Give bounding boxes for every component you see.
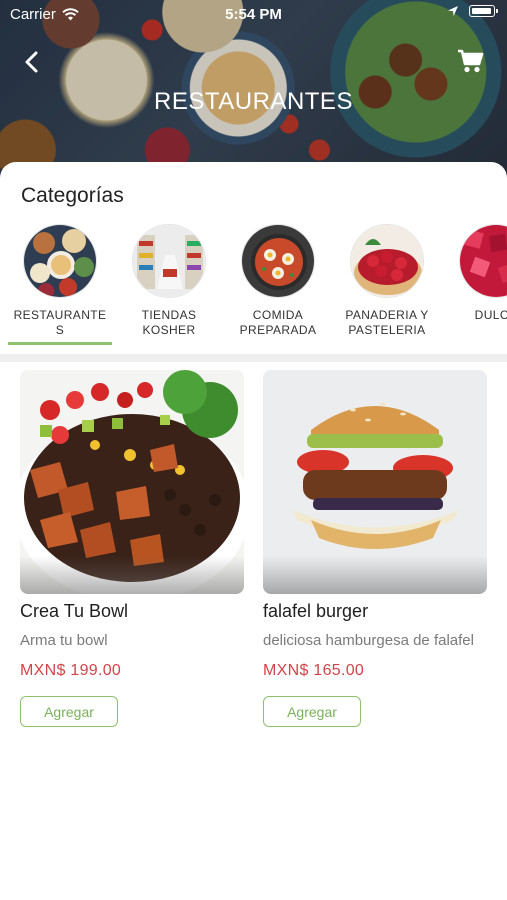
product-price: MXN$ 165.00 bbox=[263, 662, 365, 679]
category-dulces[interactable]: DULCE bbox=[442, 224, 507, 323]
product-name[interactable]: Crea Tu Bowl bbox=[20, 601, 244, 622]
status-bar: Carrier 5:54 PM bbox=[0, 0, 507, 28]
category-image bbox=[132, 224, 206, 298]
category-label: RESTAURANTE S bbox=[13, 308, 107, 337]
page-title: RESTAURANTES bbox=[154, 88, 353, 115]
category-panaderia-y-pasteleria[interactable]: PANADERIA Y PASTELERIA bbox=[333, 224, 441, 338]
categories-carousel[interactable]: RESTAURANTE S TIENDAS KOSHER COMIDA PREP… bbox=[0, 224, 507, 350]
add-to-cart-button[interactable]: Agregar bbox=[20, 696, 118, 727]
section-divider bbox=[0, 354, 507, 362]
product-card[interactable]: Crea Tu Bowl Arma tu bowl MXN$ 199.00 Ag… bbox=[20, 370, 244, 727]
product-card[interactable]: falafel burger deliciosa hamburgesa de f… bbox=[263, 370, 487, 727]
add-to-cart-button[interactable]: Agregar bbox=[263, 696, 361, 727]
category-label: TIENDAS KOSHER bbox=[141, 308, 197, 337]
product-description: deliciosa hamburgesa de falafel bbox=[263, 632, 474, 649]
product-image[interactable] bbox=[263, 370, 487, 594]
product-description: Arma tu bowl bbox=[20, 632, 108, 649]
product-name[interactable]: falafel burger bbox=[263, 601, 487, 622]
category-restaurantes[interactable]: RESTAURANTE S bbox=[6, 224, 114, 338]
category-image bbox=[350, 224, 424, 298]
category-comida-preparada[interactable]: COMIDA PREPARADA bbox=[224, 224, 332, 338]
shopping-cart-icon[interactable] bbox=[457, 48, 485, 74]
chevron-left-icon[interactable] bbox=[18, 48, 46, 76]
location-arrow-icon bbox=[448, 6, 458, 16]
categories-heading: Categorías bbox=[21, 184, 124, 207]
category-image bbox=[459, 224, 507, 298]
category-label: DULCE bbox=[474, 308, 507, 322]
category-tiendas-kosher[interactable]: TIENDAS KOSHER bbox=[115, 224, 223, 338]
category-image bbox=[241, 224, 315, 298]
product-price: MXN$ 199.00 bbox=[20, 662, 122, 679]
selected-category-indicator bbox=[8, 342, 112, 345]
category-label: PANADERIA Y PASTELERIA bbox=[345, 308, 429, 337]
product-image[interactable] bbox=[20, 370, 244, 594]
status-time: 5:54 PM bbox=[225, 6, 282, 23]
content-sheet: Categorías RESTAURANTE S TIENDAS KOSHER … bbox=[0, 162, 507, 900]
category-image bbox=[23, 224, 97, 298]
category-label: COMIDA PREPARADA bbox=[239, 308, 317, 337]
battery-icon bbox=[469, 5, 498, 17]
